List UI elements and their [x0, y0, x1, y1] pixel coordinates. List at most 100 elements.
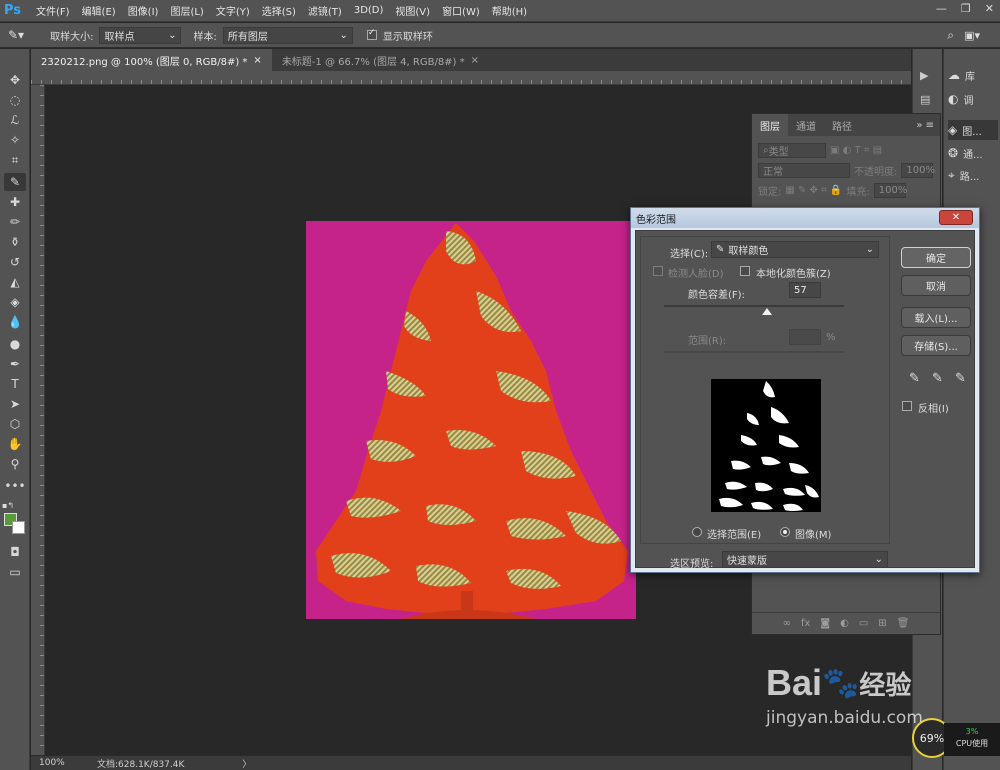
image-radio[interactable]	[780, 527, 790, 537]
menu-select[interactable]: 选择(S)	[256, 3, 302, 18]
crop-tool-icon[interactable]: ⌗	[4, 151, 26, 169]
menu-file[interactable]: 文件(F)	[30, 3, 76, 18]
mask-icon[interactable]: ◙	[820, 618, 830, 629]
ok-button[interactable]: 确定	[901, 247, 971, 268]
fill-field[interactable]: 100%	[873, 182, 907, 198]
minimize-icon[interactable]: —	[936, 2, 947, 15]
marquee-tool-icon[interactable]: ◌	[4, 91, 26, 109]
path-selection-tool-icon[interactable]: ➤	[4, 395, 26, 413]
eraser-tool-icon[interactable]: ◭	[4, 273, 26, 291]
status-menu-arrow-icon[interactable]: 〉	[242, 757, 251, 770]
type-tool-icon[interactable]: T	[4, 375, 26, 393]
dialog-titlebar[interactable]: 色彩范围 ✕	[631, 208, 979, 228]
close-window-icon[interactable]: ✕	[985, 2, 994, 15]
healing-brush-tool-icon[interactable]: ✚	[4, 193, 26, 211]
lock-icons[interactable]: ▦ ✎ ✥ ⌗ 🔒	[785, 185, 842, 196]
menu-view[interactable]: 视图(V)	[389, 3, 436, 18]
menu-image[interactable]: 图像(I)	[122, 3, 165, 18]
sample-size-select[interactable]: 取样点 ⌄	[99, 26, 182, 44]
pen-tool-icon[interactable]: ✒	[4, 355, 26, 373]
quick-mask-icon[interactable]: ◘	[4, 543, 26, 561]
load-button[interactable]: 载入(L)...	[901, 307, 971, 328]
adjustment-layer-icon[interactable]: ◐	[840, 618, 849, 629]
cancel-button[interactable]: 取消	[901, 275, 971, 296]
magic-wand-tool-icon[interactable]: ✧	[4, 131, 26, 149]
move-tool-icon[interactable]: ✥	[4, 71, 26, 89]
background-color-swatch[interactable]	[12, 521, 25, 534]
document-image[interactable]	[306, 221, 636, 619]
selection-radio[interactable]	[692, 527, 702, 537]
range-input[interactable]	[789, 329, 821, 345]
workspace-icon[interactable]: ▣▾	[964, 29, 980, 42]
history-brush-tool-icon[interactable]: ↺	[4, 253, 26, 271]
menu-layer[interactable]: 图层(L)	[164, 3, 209, 18]
dodge-tool-icon[interactable]: ●	[4, 335, 26, 353]
close-tab-icon[interactable]: ×	[253, 55, 261, 66]
fuzziness-slider-track[interactable]	[664, 305, 844, 307]
show-ring-checkbox[interactable]	[366, 28, 377, 40]
tab-document-1[interactable]: 2320212.png @ 100% (图层 0, RGB/8#) * ×	[31, 49, 272, 71]
history-icon[interactable]: ▶	[920, 69, 928, 82]
dock-adjustments[interactable]: ◐ 调	[948, 89, 998, 109]
screen-mode-icon[interactable]: ▭	[4, 563, 26, 581]
fx-icon[interactable]: fx	[801, 618, 810, 629]
zoom-level[interactable]: 100%	[39, 758, 89, 768]
menu-help[interactable]: 帮助(H)	[486, 3, 533, 18]
mask-preview[interactable]	[711, 379, 821, 512]
panel-menu-icon[interactable]: » ≡	[916, 120, 934, 131]
properties-icon[interactable]: ▤	[920, 93, 930, 106]
dock-paths[interactable]: ⌖ 路...	[948, 165, 998, 185]
search-icon[interactable]: ⌕	[947, 28, 954, 43]
blend-mode-select[interactable]: 正常	[758, 162, 850, 178]
lasso-tool-icon[interactable]: ℒ	[4, 111, 26, 129]
range-slider-track[interactable]	[664, 351, 844, 353]
sample-select[interactable]: 所有图层 ⌄	[222, 26, 353, 44]
eyedropper-minus-icon[interactable]: ✎	[955, 371, 966, 386]
link-icon[interactable]: ∞	[783, 618, 791, 629]
hand-tool-icon[interactable]: ✋	[4, 435, 26, 453]
more-tools-icon[interactable]: •••	[4, 477, 26, 495]
localized-clusters-checkbox[interactable]	[740, 266, 750, 276]
trash-icon[interactable]: 🗑	[897, 618, 910, 629]
restore-icon[interactable]: ❐	[961, 2, 971, 15]
menu-type[interactable]: 文字(Y)	[210, 3, 256, 18]
opacity-field[interactable]: 100%	[901, 162, 935, 178]
menu-filter[interactable]: 滤镜(T)	[302, 3, 348, 18]
tab-document-2[interactable]: 未标题-1 @ 66.7% (图层 4, RGB/8#) * ×	[272, 49, 489, 71]
vertical-ruler	[31, 85, 45, 755]
watermark-brand2: 经验	[859, 669, 912, 700]
eyedropper-icon[interactable]: ✎	[909, 371, 920, 386]
tab-paths[interactable]: 路径	[824, 114, 860, 136]
default-colors-icon[interactable]: ▪↰	[2, 501, 14, 510]
eyedropper-tool-icon[interactable]: ✎	[4, 173, 26, 191]
stamp-tool-icon[interactable]: ⚱	[4, 233, 26, 251]
menu-3d[interactable]: 3D(D)	[348, 5, 390, 16]
dock-libraries[interactable]: ☁ 库	[948, 65, 998, 85]
detect-faces-checkbox[interactable]	[653, 266, 663, 276]
preview-select[interactable]: 快速蒙版 ⌄	[722, 551, 888, 568]
blur-tool-icon[interactable]: 💧	[4, 313, 26, 331]
close-icon[interactable]: ✕	[939, 210, 973, 225]
group-icon[interactable]: ▭	[859, 618, 868, 629]
dock-layers[interactable]: ◈ 图...	[948, 120, 998, 140]
fuzziness-slider-thumb[interactable]	[761, 308, 772, 315]
menu-window[interactable]: 窗口(W)	[436, 3, 486, 18]
invert-checkbox[interactable]	[902, 401, 912, 411]
paint-bucket-tool-icon[interactable]: ◈	[4, 293, 26, 311]
filter-icons[interactable]: ▣ ◐ T ⌗ ▤	[830, 145, 882, 156]
menu-edit[interactable]: 编辑(E)	[76, 3, 122, 18]
new-layer-icon[interactable]: ⊞	[878, 618, 886, 629]
eyedropper-preset-icon[interactable]: ✎▾	[8, 28, 24, 42]
close-tab-icon[interactable]: ×	[471, 55, 479, 66]
zoom-tool-icon[interactable]: ⚲	[4, 455, 26, 473]
dock-channels[interactable]: ❂ 通...	[948, 143, 998, 163]
tab-layers[interactable]: 图层	[752, 114, 788, 136]
eyedropper-plus-icon[interactable]: ✎	[932, 371, 943, 386]
layer-filter-select[interactable]: ⌕ 类型	[758, 142, 826, 158]
fuzziness-input[interactable]: 57	[789, 282, 821, 298]
save-button[interactable]: 存储(S)...	[901, 335, 971, 356]
brush-tool-icon[interactable]: ✏	[4, 213, 26, 231]
tab-channels[interactable]: 通道	[788, 114, 824, 136]
select-dropdown[interactable]: ✎ 取样颜色 ⌄	[711, 241, 879, 258]
shape-tool-icon[interactable]: ⬡	[4, 415, 26, 433]
